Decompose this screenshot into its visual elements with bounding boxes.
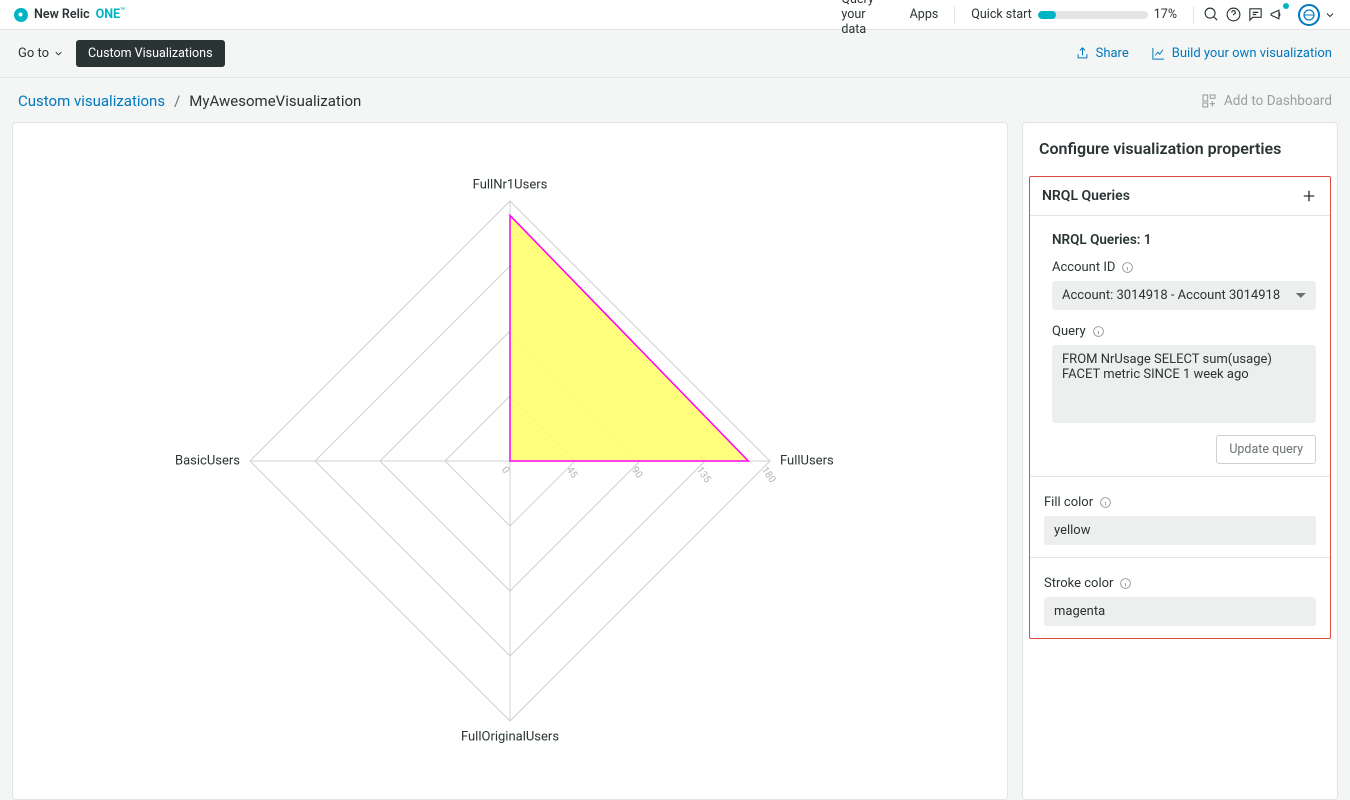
chevron-down-icon — [1324, 9, 1336, 21]
config-panel-title: Configure visualization properties — [1039, 139, 1321, 158]
nav-quick-start[interactable]: Quick start 17% — [961, 7, 1187, 22]
visualization-canvas: 0 45 90 135 180 FullNr1Users FullUsers FullO… — [12, 122, 1008, 800]
info-icon[interactable] — [1121, 261, 1134, 274]
breadcrumb-current: MyAwesomeVisualization — [189, 92, 361, 110]
axis-label-right: FullUsers — [780, 454, 834, 469]
nrql-section-title: NRQL Queries — [1042, 188, 1130, 204]
feedback-button[interactable] — [1244, 4, 1266, 26]
help-icon — [1225, 6, 1242, 23]
build-viz-label: Build your own visualization — [1172, 46, 1332, 61]
brand-name: New Relic — [34, 7, 90, 22]
nrql-count-label: NRQL Queries: 1 — [1052, 232, 1316, 248]
megaphone-icon — [1269, 6, 1286, 23]
stroke-color-input[interactable] — [1044, 597, 1316, 626]
dashboard-add-icon — [1201, 93, 1217, 109]
add-to-dashboard[interactable]: Add to Dashboard — [1201, 93, 1332, 109]
separator — [1193, 6, 1194, 24]
query-textarea[interactable] — [1052, 345, 1316, 423]
svg-text:180: 180 — [759, 465, 778, 485]
quick-start-label: Quick start — [971, 7, 1031, 22]
brand-logo[interactable]: New Relic ONE™ — [14, 6, 125, 22]
sub-header: Go to Custom Visualizations Share Build … — [0, 30, 1350, 78]
nrql-query-group: NRQL Queries: 1 Account ID Account: 3014… — [1030, 216, 1330, 464]
separator — [954, 6, 955, 24]
info-icon[interactable] — [1119, 577, 1132, 590]
fill-color-label: Fill color — [1044, 495, 1316, 510]
help-button[interactable] — [1222, 4, 1244, 26]
nav-apps[interactable]: Apps — [894, 7, 949, 22]
page-body: Custom visualizations / MyAwesomeVisuali… — [0, 78, 1350, 800]
account-id-label: Account ID — [1052, 260, 1316, 275]
nav-query-data[interactable]: Query your data — [780, 0, 893, 37]
nav-apps-label: Apps — [910, 7, 939, 22]
svg-text:45: 45 — [564, 465, 580, 481]
user-menu[interactable] — [1288, 4, 1336, 26]
context-chip[interactable]: Custom Visualizations — [76, 40, 224, 67]
config-highlight-box: NRQL Queries NRQL Queries: 1 Account ID … — [1029, 176, 1331, 639]
update-query-button[interactable]: Update query — [1216, 435, 1316, 464]
stroke-color-label: Stroke color — [1044, 576, 1316, 591]
axis-label-top: FullNr1Users — [473, 178, 548, 193]
svg-text:0: 0 — [499, 465, 511, 476]
share-icon — [1075, 46, 1090, 61]
account-select[interactable]: Account: 3014918 - Account 3014918 — [1052, 281, 1316, 310]
search-button[interactable] — [1200, 4, 1222, 26]
search-icon — [1203, 6, 1220, 23]
bar-chart-icon — [790, 0, 835, 37]
chat-icon — [1247, 6, 1264, 23]
info-icon[interactable] — [1099, 496, 1112, 509]
nrql-section-header: NRQL Queries — [1030, 177, 1330, 216]
global-header: New Relic ONE™ Query your data Apps Quic… — [0, 0, 1350, 30]
go-to-menu[interactable]: Go to — [18, 46, 64, 61]
fill-color-group: Fill color — [1030, 476, 1330, 545]
nav-query-data-label: Query your data — [841, 0, 883, 37]
quick-start-progress — [1038, 11, 1148, 19]
build-viz-link[interactable]: Build your own visualization — [1151, 46, 1332, 61]
add-query-button[interactable] — [1300, 187, 1318, 205]
config-panel: Configure visualization properties NRQL … — [1022, 122, 1338, 800]
announcements-button[interactable] — [1266, 4, 1288, 26]
share-link[interactable]: Share — [1075, 46, 1129, 61]
breadcrumb-row: Custom visualizations / MyAwesomeVisuali… — [0, 78, 1350, 122]
go-to-label: Go to — [18, 46, 49, 61]
svg-text:135: 135 — [694, 465, 713, 485]
chevron-down-icon — [53, 48, 64, 59]
quick-start-percent: 17% — [1154, 7, 1177, 22]
svg-text:90: 90 — [629, 465, 645, 481]
line-chart-icon — [1151, 46, 1166, 61]
share-label: Share — [1096, 46, 1129, 61]
fill-color-input[interactable] — [1044, 516, 1316, 545]
axis-label-bottom: FullOriginalUsers — [461, 730, 559, 745]
axis-label-left: BasicUsers — [175, 454, 240, 469]
radar-chart: 0 45 90 135 180 — [160, 151, 860, 771]
notification-dot-icon — [1283, 3, 1289, 9]
breadcrumb-root[interactable]: Custom visualizations — [18, 92, 165, 110]
brand-suffix: ONE™ — [96, 6, 126, 22]
brand-eye-icon — [14, 8, 28, 22]
add-to-dashboard-label: Add to Dashboard — [1224, 93, 1332, 109]
info-icon[interactable] — [1092, 325, 1105, 338]
avatar-icon — [1298, 4, 1320, 26]
breadcrumb-sep: / — [174, 92, 180, 110]
query-label: Query — [1052, 324, 1316, 339]
stroke-color-group: Stroke color — [1030, 557, 1330, 626]
